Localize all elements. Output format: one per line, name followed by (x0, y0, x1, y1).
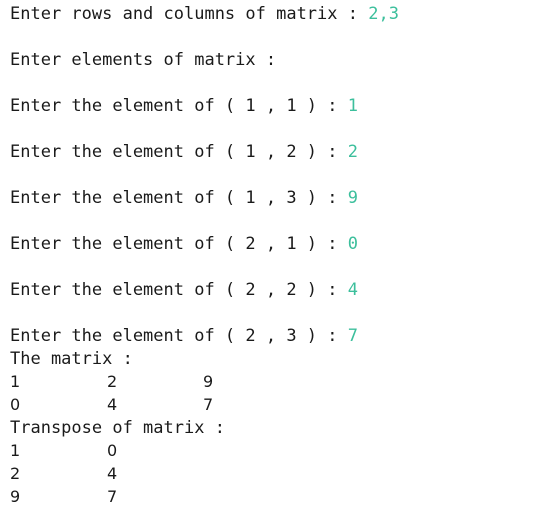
transpose-row: 1 0 (0, 440, 549, 462)
dims-prompt-line: Enter rows and columns of matrix : 2,3 (10, 3, 399, 25)
element-input: 7 (347, 326, 359, 346)
element-prompt: Enter the element of ( 2 , 1 ) : (10, 234, 348, 254)
matrix-cell: 4 (107, 395, 118, 414)
matrix-cell: 0 (10, 395, 21, 414)
element-line-1-1: Enter the element of ( 1 , 1 ) : 1 (10, 95, 358, 117)
element-input: 2 (347, 142, 359, 162)
transpose-cell: 4 (107, 464, 118, 483)
transpose-cell: 0 (107, 441, 118, 460)
transpose-cell: 7 (107, 487, 118, 506)
transpose-cell: 9 (10, 487, 21, 506)
dims-prompt: Enter rows and columns of matrix : (10, 4, 369, 24)
element-line-2-3: Enter the element of ( 2 , 3 ) : 7 (10, 325, 358, 347)
element-input: 9 (347, 188, 359, 208)
console-output: Enter rows and columns of matrix : 2,3 E… (0, 0, 549, 513)
element-line-2-2: Enter the element of ( 2 , 2 ) : 4 (10, 279, 358, 301)
element-input: 1 (347, 96, 359, 116)
matrix-row: 1 2 9 (0, 371, 549, 393)
transpose-row: 2 4 (0, 463, 549, 485)
transpose-row: 9 7 (0, 486, 549, 508)
element-prompt: Enter the element of ( 1 , 2 ) : (10, 142, 348, 162)
elements-prompt: Enter elements of matrix : (10, 50, 277, 70)
element-line-2-1: Enter the element of ( 2 , 1 ) : 0 (10, 233, 358, 255)
matrix-heading: The matrix : (10, 349, 133, 369)
element-prompt: Enter the element of ( 1 , 3 ) : (10, 188, 348, 208)
matrix-cell: 9 (203, 372, 214, 391)
element-input: 4 (347, 280, 359, 300)
transpose-cell: 2 (10, 464, 21, 483)
element-prompt: Enter the element of ( 1 , 1 ) : (10, 96, 348, 116)
matrix-cell: 7 (203, 395, 214, 414)
dims-input: 2,3 (368, 4, 399, 24)
element-input: 0 (347, 234, 359, 254)
matrix-cell: 1 (10, 372, 21, 391)
matrix-row: 0 4 7 (0, 394, 549, 416)
element-prompt: Enter the element of ( 2 , 3 ) : (10, 326, 348, 346)
element-line-1-3: Enter the element of ( 1 , 3 ) : 9 (10, 187, 358, 209)
transpose-heading: Transpose of matrix : (10, 418, 225, 438)
matrix-cell: 2 (107, 372, 118, 391)
transpose-cell: 1 (10, 441, 21, 460)
element-line-1-2: Enter the element of ( 1 , 2 ) : 2 (10, 141, 358, 163)
element-prompt: Enter the element of ( 2 , 2 ) : (10, 280, 348, 300)
